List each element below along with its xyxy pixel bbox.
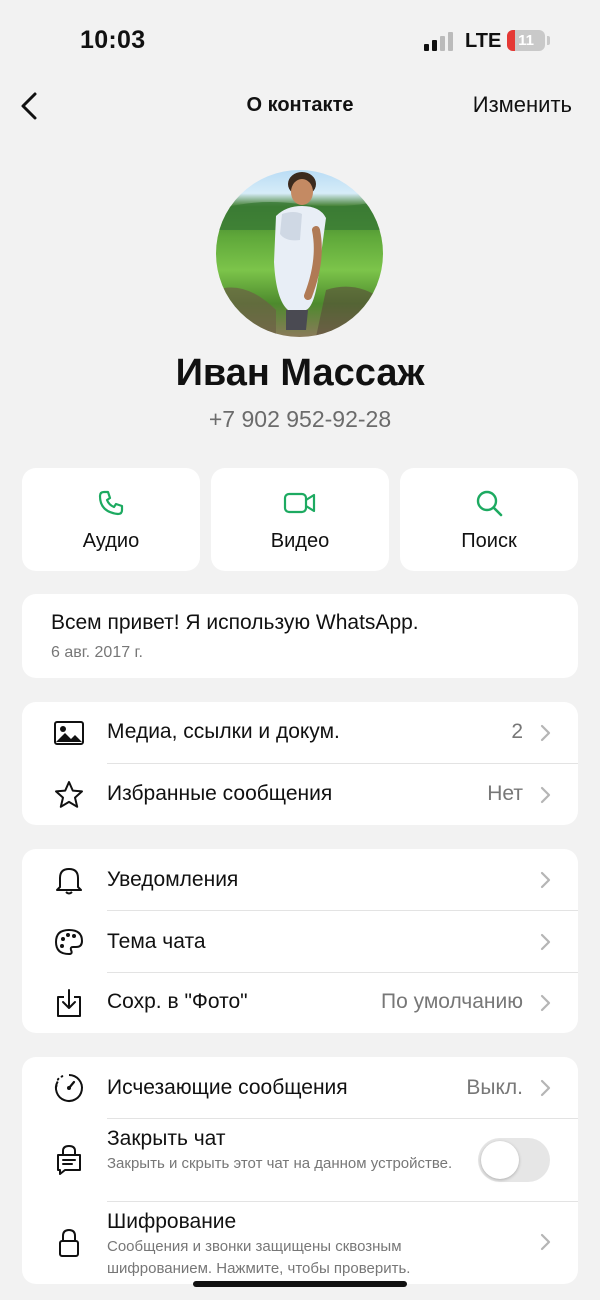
video-icon	[211, 488, 389, 518]
image-icon	[52, 716, 86, 750]
about-text: Всем привет! Я использую WhatsApp.	[51, 611, 419, 634]
encryption-label: Шифрование	[107, 1210, 237, 1233]
status-time: 10:03	[80, 26, 146, 54]
lock-chat-description: Закрыть и скрыть этот чат на данном устр…	[107, 1155, 453, 1172]
contact-phone: +7 902 952-92-28	[208, 406, 392, 432]
status-bar: 10:03 LTE 11	[0, 0, 600, 80]
disappearing-label: Исчезающие сообщения	[107, 1076, 348, 1099]
nav-bar: О контакте Изменить	[0, 80, 600, 132]
toggle-knob	[481, 1141, 519, 1179]
star-icon	[52, 778, 86, 812]
chevron-right-icon	[540, 994, 551, 1012]
chevron-right-icon	[540, 933, 551, 951]
settings-section: Уведомления Тема чата Сохр. в "Фото" По …	[22, 849, 578, 1033]
notifications-label: Уведомления	[107, 868, 239, 891]
signal-icon	[424, 31, 454, 51]
media-label: Медиа, ссылки и докум.	[107, 720, 340, 743]
bell-icon	[52, 863, 86, 897]
edit-button[interactable]: Изменить	[473, 92, 572, 118]
timer-icon	[52, 1071, 86, 1105]
search-icon	[400, 488, 578, 518]
video-call-button[interactable]: Видео	[211, 468, 389, 571]
lock-icon	[52, 1226, 86, 1260]
about-card[interactable]: Всем привет! Я использую WhatsApp. 6 авг…	[22, 594, 578, 678]
encryption-row[interactable]: Шифрование Сообщения и звонки защищены с…	[22, 1202, 578, 1284]
download-icon	[52, 986, 86, 1020]
save-photos-label: Сохр. в "Фото"	[107, 990, 248, 1013]
privacy-section: Исчезающие сообщения Выкл. Закрыть чат З…	[22, 1057, 578, 1284]
about-date: 6 авг. 2017 г.	[51, 644, 143, 661]
contact-name: Иван Массаж	[175, 352, 425, 394]
media-count: 2	[511, 720, 523, 743]
audio-call-label: Аудио	[82, 530, 140, 552]
chat-theme-label: Тема чата	[107, 930, 206, 953]
battery-cap	[547, 36, 550, 45]
home-indicator	[193, 1281, 407, 1287]
network-type: LTE	[465, 30, 502, 52]
chevron-right-icon	[540, 724, 551, 742]
encryption-description: Сообщения и звонки защищены сквозным шиф…	[107, 1238, 411, 1277]
phone-icon	[22, 488, 200, 518]
media-section: Медиа, ссылки и докум. 2 Избранные сообщ…	[22, 702, 578, 825]
lock-chat-row: Закрыть чат Закрыть и скрыть этот чат на…	[22, 1119, 578, 1201]
save-to-photos-row[interactable]: Сохр. в "Фото" По умолчанию	[22, 973, 578, 1033]
action-buttons: Аудио Видео Поиск	[22, 468, 578, 571]
chevron-right-icon	[540, 1079, 551, 1097]
media-links-docs-row[interactable]: Медиа, ссылки и докум. 2	[22, 702, 578, 763]
notifications-row[interactable]: Уведомления	[22, 849, 578, 910]
starred-label: Избранные сообщения	[107, 782, 333, 805]
chevron-right-icon	[540, 786, 551, 804]
starred-value: Нет	[487, 782, 523, 805]
video-call-label: Видео	[270, 530, 330, 552]
disappearing-messages-row[interactable]: Исчезающие сообщения Выкл.	[22, 1057, 578, 1118]
lock-chat-icon	[52, 1143, 86, 1177]
chevron-right-icon	[540, 1233, 551, 1251]
audio-call-button[interactable]: Аудио	[22, 468, 200, 571]
search-label: Поиск	[461, 530, 517, 552]
search-button[interactable]: Поиск	[400, 468, 578, 571]
lock-chat-label: Закрыть чат	[107, 1127, 226, 1150]
palette-icon	[52, 925, 86, 959]
avatar[interactable]	[216, 170, 383, 337]
disappearing-value: Выкл.	[466, 1076, 523, 1099]
battery-level: 11	[518, 32, 534, 49]
avatar-photo	[216, 172, 383, 337]
lock-chat-toggle[interactable]	[478, 1138, 550, 1182]
starred-messages-row[interactable]: Избранные сообщения Нет	[22, 764, 578, 825]
battery-icon: 11	[507, 30, 545, 51]
save-photos-value: По умолчанию	[380, 990, 523, 1013]
chat-theme-row[interactable]: Тема чата	[22, 911, 578, 972]
chevron-right-icon	[540, 871, 551, 889]
